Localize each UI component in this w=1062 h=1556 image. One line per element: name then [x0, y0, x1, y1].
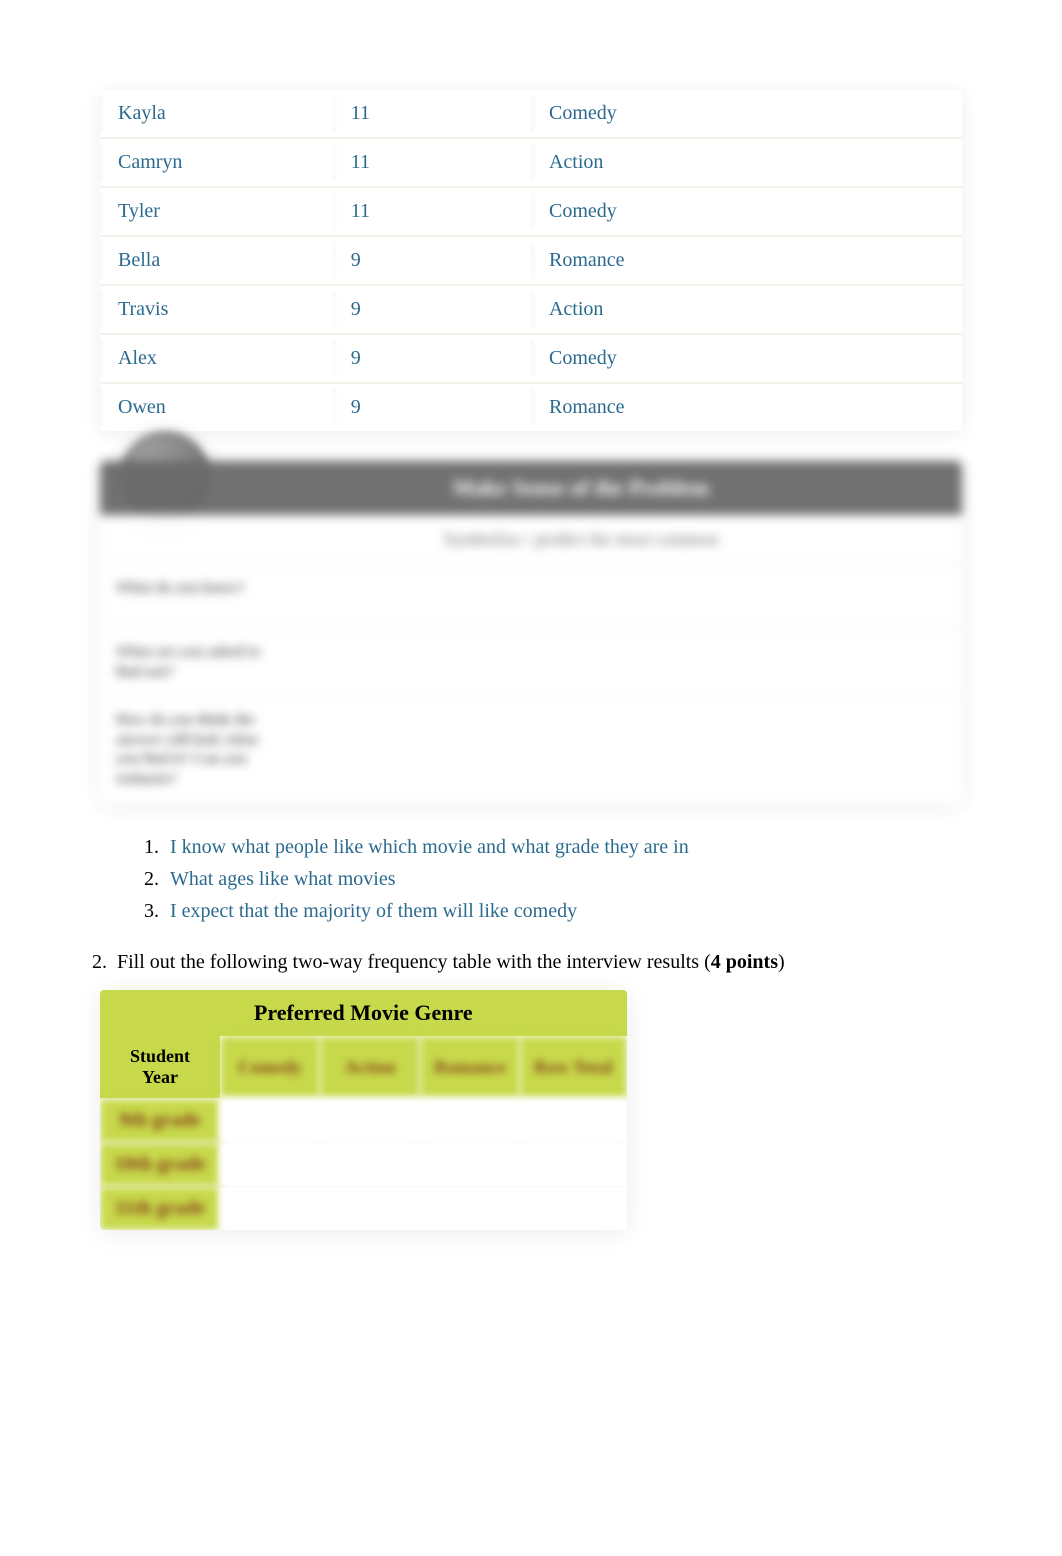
frequency-row-label: 11th grade [100, 1187, 220, 1231]
frequency-row: 11th grade [100, 1187, 627, 1231]
table-cell-grade: 9 [333, 333, 531, 382]
table-cell-name: Tyler [100, 186, 333, 235]
table-row: Camryn11Action [100, 137, 962, 186]
question-2-points: 4 points [711, 951, 778, 973]
answer-text: I expect that the majority of them will … [170, 900, 577, 922]
students-table: Kayla11ComedyCamryn11ActionTyler11Comedy… [100, 90, 962, 431]
table-cell-grade: 9 [333, 235, 531, 284]
frequency-cell [320, 1187, 420, 1231]
table-row: Tyler11Comedy [100, 186, 962, 235]
table-row: Bella9Romance [100, 235, 962, 284]
table-cell-name: Kayla [100, 90, 333, 137]
table-row: Alex9Comedy [100, 333, 962, 382]
make-sense-box: Make Sense of the Problem Symbolize / pr… [100, 461, 962, 803]
frequency-row-label: 10th grade [100, 1143, 220, 1187]
frequency-cell [320, 1143, 420, 1187]
table-cell-genre: Comedy [531, 90, 962, 137]
problem-row-content [290, 629, 962, 696]
frequency-col-header: Romance [420, 1036, 520, 1099]
question-2-prefix: Fill out the following two-way frequency… [117, 951, 711, 973]
frequency-cell [220, 1187, 320, 1231]
answer-text: I know what people like which movie and … [170, 836, 689, 858]
problem-row: What are you asked to find out? [100, 629, 962, 697]
frequency-table: Preferred Movie Genre Student Year Comed… [100, 990, 627, 1230]
frequency-row: 10th grade [100, 1143, 627, 1187]
table-cell-genre: Romance [531, 235, 962, 284]
table-cell-grade: 11 [333, 186, 531, 235]
frequency-col-header: Row Total [520, 1036, 627, 1099]
problem-row-label: What are you asked to find out? [100, 629, 290, 696]
table-cell-name: Owen [100, 382, 333, 431]
frequency-row: 9th grade [100, 1099, 627, 1143]
table-cell-grade: 11 [333, 90, 531, 137]
problem-row-label: What do you know? [100, 565, 290, 628]
table-row: Travis9Action [100, 284, 962, 333]
table-row: Owen9Romance [100, 382, 962, 431]
table-cell-grade: 11 [333, 137, 531, 186]
frequency-col-header: Action [320, 1036, 420, 1099]
problem-row-label: How do you think the answer will look wh… [100, 697, 290, 803]
problem-row: How do you think the answer will look wh… [100, 697, 962, 803]
table-cell-genre: Comedy [531, 186, 962, 235]
frequency-cell [320, 1099, 420, 1143]
answer-item: I expect that the majority of them will … [164, 895, 962, 927]
frequency-row-header: Student Year [100, 1036, 220, 1099]
table-cell-grade: 9 [333, 382, 531, 431]
frequency-cell [420, 1099, 520, 1143]
problem-row: What do you know? [100, 565, 962, 629]
frequency-cell [520, 1187, 627, 1231]
question-2-suffix: ) [778, 951, 785, 973]
question-2-text: 2. Fill out the following two-way freque… [92, 951, 962, 974]
question-2-number: 2. [92, 951, 112, 974]
table-cell-name: Alex [100, 333, 333, 382]
table-cell-genre: Comedy [531, 333, 962, 382]
answer-item: What ages like what movies [164, 863, 962, 895]
answers-list: I know what people like which movie and … [150, 831, 962, 927]
problem-row-content [290, 697, 962, 803]
answer-item: I know what people like which movie and … [164, 831, 962, 863]
table-cell-genre: Action [531, 284, 962, 333]
frequency-col-header: Comedy [220, 1036, 320, 1099]
table-cell-grade: 9 [333, 284, 531, 333]
frequency-cell [420, 1143, 520, 1187]
frequency-cell [420, 1187, 520, 1231]
table-row: Kayla11Comedy [100, 90, 962, 137]
answer-text: What ages like what movies [170, 868, 396, 890]
frequency-cell [520, 1099, 627, 1143]
make-sense-subtitle: Symbolize / predict the most common [100, 515, 962, 565]
table-cell-name: Camryn [100, 137, 333, 186]
frequency-cell [220, 1143, 320, 1187]
frequency-cell [520, 1143, 627, 1187]
frequency-row-label: 9th grade [100, 1099, 220, 1143]
frequency-cell [220, 1099, 320, 1143]
table-cell-name: Bella [100, 235, 333, 284]
frequency-table-title: Preferred Movie Genre [100, 990, 627, 1036]
frequency-table-wrap: Preferred Movie Genre Student Year Comed… [100, 990, 627, 1230]
problem-row-content [290, 565, 962, 628]
table-cell-name: Travis [100, 284, 333, 333]
table-cell-genre: Action [531, 137, 962, 186]
table-cell-genre: Romance [531, 382, 962, 431]
make-sense-title: Make Sense of the Problem [100, 461, 962, 515]
